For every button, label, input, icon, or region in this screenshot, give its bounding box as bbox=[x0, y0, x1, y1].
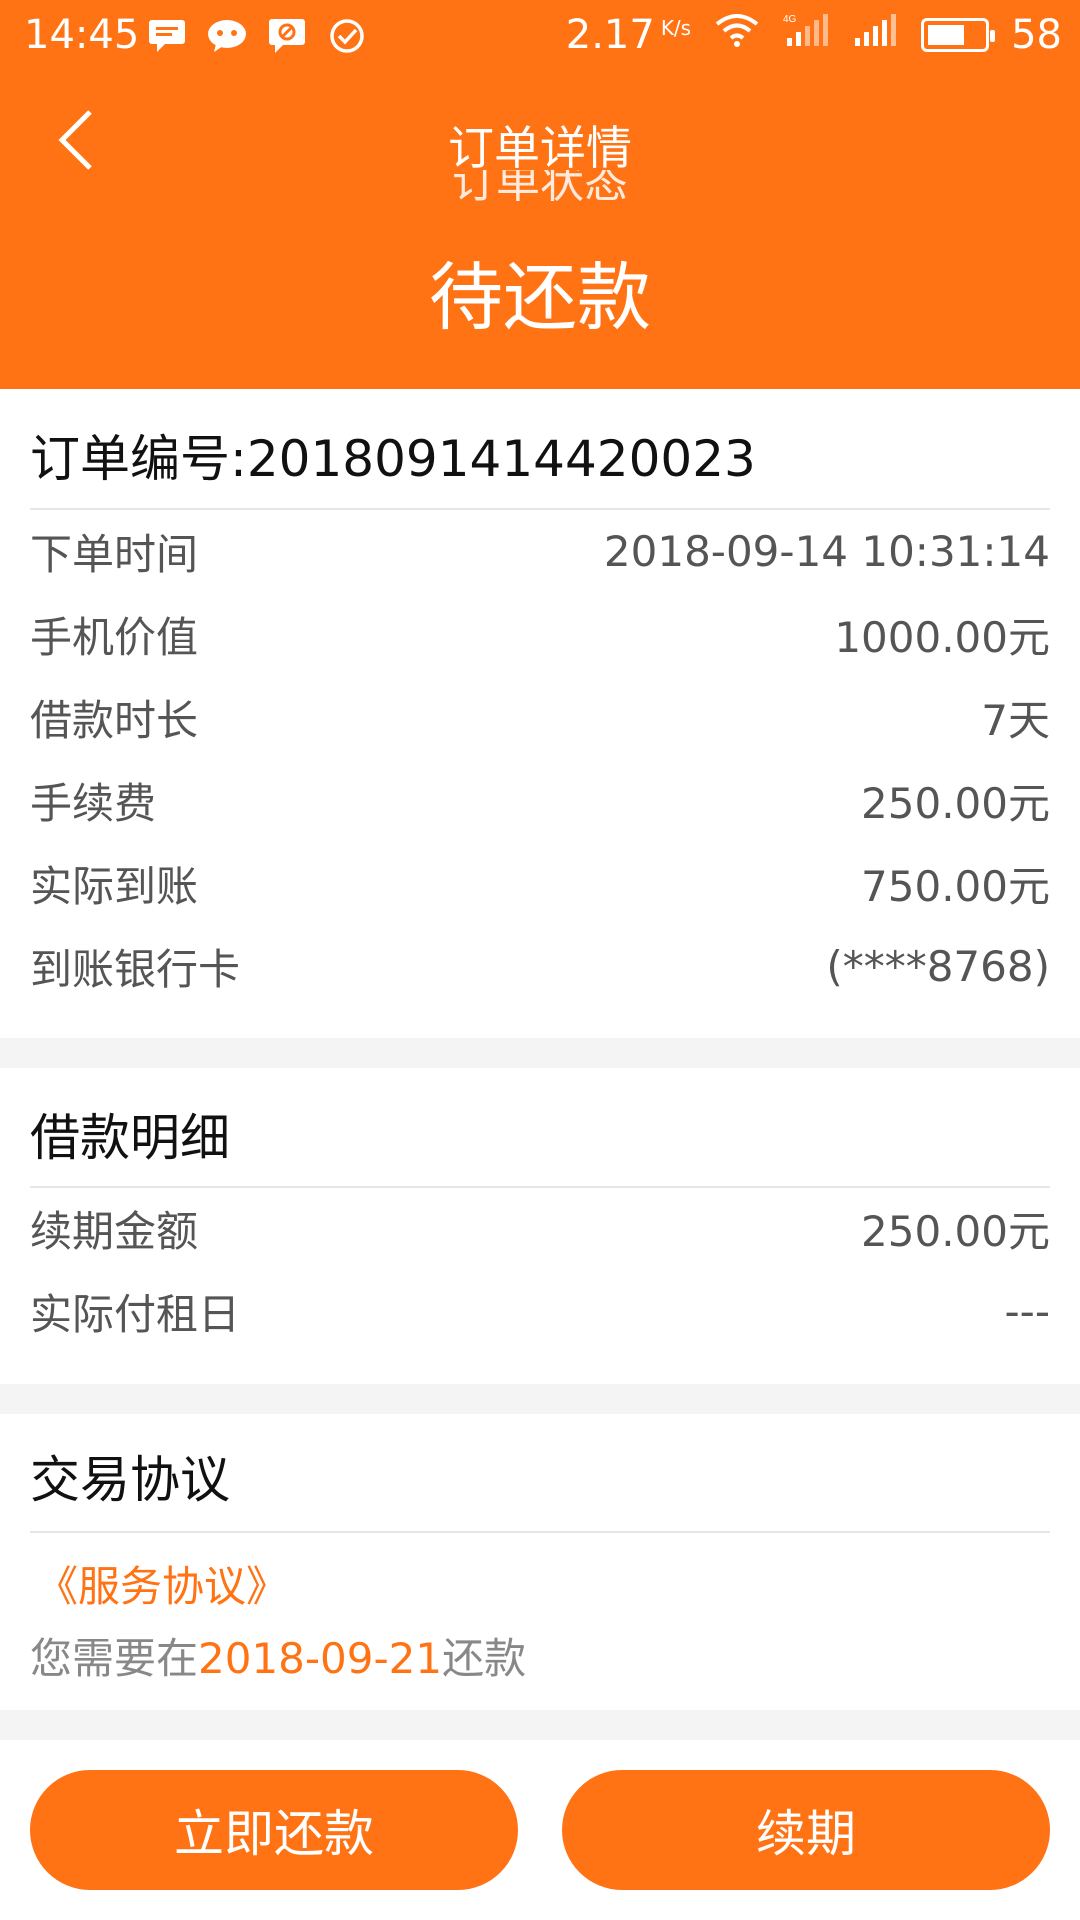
order-status-label: 订单状态 bbox=[0, 170, 1080, 216]
status-time: 14:45 bbox=[24, 12, 140, 58]
notification-icons bbox=[145, 16, 369, 56]
wechat-icon bbox=[205, 16, 249, 56]
order-status-label-text: 订单状态 bbox=[452, 170, 628, 208]
order-status: 待还款 bbox=[429, 255, 651, 341]
speed-value: 2.17 bbox=[565, 12, 655, 58]
order-info-card: 订单编号:2018091414420023 下单时间 2018-09-14 10… bbox=[0, 389, 1080, 1038]
agreement-title: 交易协议 bbox=[30, 1451, 230, 1509]
blocked-message-icon bbox=[265, 16, 309, 56]
page-title: 订单详情 bbox=[448, 121, 632, 175]
network-speed: 2.17 K/s bbox=[566, 12, 691, 58]
row-value: 2018-09-14 10:31:14 bbox=[603, 526, 1050, 576]
order-row-time: 下单时间 2018-09-14 10:31:14 bbox=[30, 521, 1050, 581]
order-row-fee: 手续费 250.00元 bbox=[30, 770, 1050, 830]
row-label: 借款时长 bbox=[30, 695, 199, 745]
wifi-icon bbox=[713, 12, 761, 58]
divider bbox=[30, 1531, 1050, 1533]
service-agreement-link[interactable]: 《服务协议》 bbox=[36, 1553, 288, 1614]
check-circle-icon bbox=[325, 16, 369, 56]
status-right: 2.17 K/s 4G 58 bbox=[566, 12, 1062, 58]
signal-4g-icon: 4G bbox=[783, 12, 831, 58]
repay-notice: 您需要在2018-09-21还款 bbox=[30, 1625, 526, 1686]
order-number-value: 2018091414420023 bbox=[246, 430, 756, 488]
row-label: 下单时间 bbox=[30, 529, 199, 579]
order-row-phone-value: 手机价值 1000.00元 bbox=[30, 604, 1050, 664]
row-value: 7天 bbox=[981, 695, 1050, 745]
speed-unit: K/s bbox=[660, 16, 692, 40]
loan-detail-title: 借款明细 bbox=[30, 1109, 230, 1167]
row-label: 实际到账 bbox=[30, 861, 199, 911]
row-value: 1000.00元 bbox=[834, 612, 1050, 662]
order-row-duration: 借款时长 7天 bbox=[30, 687, 1050, 747]
bottom-action-bar: 立即还款 续期 bbox=[0, 1740, 1080, 1920]
message-icon bbox=[145, 16, 189, 56]
row-label: 手机价值 bbox=[30, 612, 199, 662]
divider bbox=[30, 1186, 1050, 1188]
loan-row-rent-date: 实际付租日 --- bbox=[30, 1281, 1050, 1341]
notice-prefix: 您需要在 bbox=[30, 1634, 199, 1683]
row-label: 到账银行卡 bbox=[30, 944, 241, 994]
order-row-bank-card: 到账银行卡 (****8768) bbox=[30, 936, 1050, 996]
notice-suffix: 还款 bbox=[442, 1634, 527, 1683]
repay-now-button[interactable]: 立即还款 bbox=[30, 1770, 518, 1890]
battery-icon bbox=[921, 18, 996, 52]
loan-detail-card: 借款明细 续期金额 250.00元 实际付租日 --- bbox=[0, 1068, 1080, 1384]
due-date: 2018-09-21 bbox=[198, 1634, 443, 1683]
row-label: 实际付租日 bbox=[30, 1289, 241, 1339]
row-value: 250.00元 bbox=[861, 778, 1050, 828]
divider bbox=[30, 508, 1050, 510]
order-row-received: 实际到账 750.00元 bbox=[30, 853, 1050, 913]
row-label: 手续费 bbox=[30, 778, 157, 828]
header-area: 14:45 2.17 K/s 4G 58 订单详情 订单状态 待还款 bbox=[0, 0, 1080, 389]
status-bar: 14:45 2.17 K/s 4G 58 bbox=[0, 0, 1080, 76]
row-value: --- bbox=[1004, 1286, 1050, 1336]
loan-row-renewal-amount: 续期金额 250.00元 bbox=[30, 1198, 1050, 1258]
signal-icon bbox=[853, 12, 899, 58]
renew-button[interactable]: 续期 bbox=[562, 1770, 1050, 1890]
row-label: 续期金额 bbox=[30, 1206, 199, 1256]
row-value: 750.00元 bbox=[861, 861, 1050, 911]
order-number: 订单编号:2018091414420023 bbox=[30, 419, 756, 491]
order-number-label: 订单编号: bbox=[30, 430, 247, 488]
svg-text:4G: 4G bbox=[783, 14, 797, 25]
battery-level: 58 bbox=[1011, 12, 1062, 58]
row-value: (****8768) bbox=[826, 941, 1050, 991]
row-value: 250.00元 bbox=[861, 1206, 1050, 1256]
